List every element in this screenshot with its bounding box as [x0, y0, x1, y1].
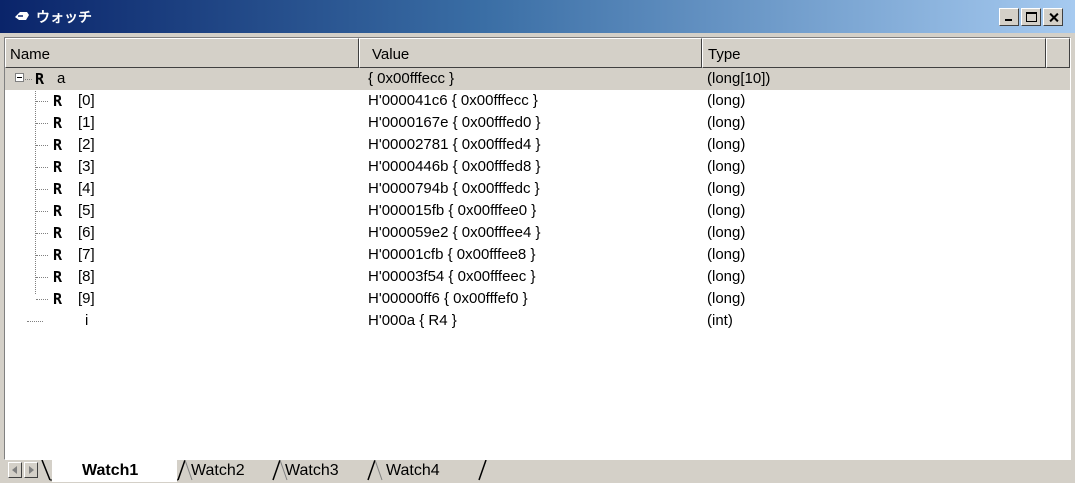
row-value: H'0000794b { 0x00fffedc }	[368, 180, 540, 197]
row-name: [0]	[78, 92, 95, 109]
table-row[interactable]: R [5] H'000015fb { 0x00fffee0 } (long)	[5, 200, 1070, 222]
row-value: H'00002781 { 0x00fffed4 }	[368, 136, 541, 153]
maximize-button[interactable]	[1021, 8, 1041, 26]
register-icon: R	[53, 136, 63, 154]
row-type: (long)	[707, 158, 746, 175]
column-header-name[interactable]: Name	[5, 38, 359, 68]
tree-line	[36, 211, 48, 212]
tree-line	[36, 101, 48, 102]
register-icon: R	[53, 158, 63, 176]
table-row[interactable]: i H'000a { R4 } (int)	[5, 310, 1070, 332]
table-row[interactable]: R [4] H'0000794b { 0x00fffedc } (long)	[5, 178, 1070, 200]
register-icon: R	[53, 224, 63, 242]
table-row[interactable]: R [7] H'00001cfb { 0x00fffee8 } (long)	[5, 244, 1070, 266]
row-value: H'000a { R4 }	[368, 312, 457, 329]
row-type: (long)	[707, 268, 746, 285]
tree-line	[36, 167, 48, 168]
row-value: H'00001cfb { 0x00fffee8 }	[368, 246, 536, 263]
watch-window-icon	[15, 12, 29, 20]
column-header-bar: Name Value Type	[5, 38, 1070, 68]
table-row[interactable]: R [9] H'00000ff6 { 0x00fffef0 } (long)	[5, 288, 1070, 310]
tree-line	[36, 255, 48, 256]
tree-line	[36, 299, 48, 300]
row-name: [9]	[78, 290, 95, 307]
table-row[interactable]: R [6] H'000059e2 { 0x00fffee4 } (long)	[5, 222, 1070, 244]
row-value: { 0x00fffecc }	[368, 70, 455, 87]
column-header-filler	[1046, 38, 1070, 68]
row-name: i	[85, 312, 89, 329]
scroll-right-icon[interactable]	[24, 462, 38, 478]
row-type: (long)	[707, 246, 746, 263]
table-row[interactable]: R [1] H'0000167e { 0x00fffed0 } (long)	[5, 112, 1070, 134]
register-icon: R	[35, 70, 45, 88]
row-name: a	[57, 70, 66, 87]
tree-line	[25, 79, 32, 80]
scroll-left-icon[interactable]	[8, 462, 22, 478]
row-value: H'00003f54 { 0x00fffeec }	[368, 268, 536, 285]
register-icon: R	[53, 268, 63, 286]
row-name: [8]	[78, 268, 95, 285]
tab-watch3[interactable]: Watch3	[283, 460, 371, 482]
tab-watch4[interactable]: Watch4	[378, 460, 478, 482]
row-name: [5]	[78, 202, 95, 219]
row-type: (long)	[707, 136, 746, 153]
row-value: H'000059e2 { 0x00fffee4 }	[368, 224, 541, 241]
row-value: H'0000446b { 0x00fffed8 }	[368, 158, 541, 175]
register-icon: R	[53, 114, 63, 132]
row-name: [3]	[78, 158, 95, 175]
row-value: H'000041c6 { 0x00fffecc }	[368, 92, 538, 109]
tree-line	[36, 233, 48, 234]
row-value: H'0000167e { 0x00fffed0 }	[368, 114, 541, 131]
register-icon: R	[53, 180, 63, 198]
row-name: [7]	[78, 246, 95, 263]
row-name: [1]	[78, 114, 95, 131]
row-type: (long)	[707, 202, 746, 219]
register-icon: R	[53, 246, 63, 264]
row-name: [2]	[78, 136, 95, 153]
table-row[interactable]: R a { 0x00fffecc } (long[10])	[5, 68, 1070, 90]
row-name: [6]	[78, 224, 95, 241]
column-header-value[interactable]: Value	[359, 38, 702, 68]
watch-rows: R a { 0x00fffecc } (long[10]) R [0] H'00…	[5, 68, 1070, 332]
column-header-type[interactable]: Type	[702, 38, 1046, 68]
row-value: H'000015fb { 0x00fffee0 }	[368, 202, 537, 219]
watch-window: ウォッチ Name Value Type R a { 0x00fffecc } …	[0, 0, 1075, 483]
register-icon: R	[53, 92, 63, 110]
tree-line	[36, 145, 48, 146]
tree-line	[36, 189, 48, 190]
row-type: (long)	[707, 114, 746, 131]
minimize-button[interactable]	[999, 8, 1019, 26]
table-row[interactable]: R [8] H'00003f54 { 0x00fffeec } (long)	[5, 266, 1070, 288]
close-button[interactable]	[1043, 8, 1063, 26]
title-bar[interactable]: ウォッチ	[0, 0, 1075, 33]
collapse-icon[interactable]	[15, 73, 24, 82]
tree-line	[27, 321, 43, 322]
watch-list[interactable]: Name Value Type R a { 0x00fffecc } (long…	[4, 37, 1071, 460]
tree-line	[36, 123, 48, 124]
tab-watch2[interactable]: Watch2	[189, 460, 277, 482]
row-type: (long[10])	[707, 70, 771, 87]
register-icon: R	[53, 202, 63, 220]
tab-strip: Watch1 Watch2 Watch3 Watch4	[0, 460, 1075, 483]
table-row[interactable]: R [2] H'00002781 { 0x00fffed4 } (long)	[5, 134, 1070, 156]
tree-line	[36, 277, 48, 278]
row-name: [4]	[78, 180, 95, 197]
row-value: H'00000ff6 { 0x00fffef0 }	[368, 290, 528, 307]
row-type: (long)	[707, 290, 746, 307]
tab-watch1[interactable]: Watch1	[52, 460, 177, 482]
window-controls	[997, 8, 1063, 26]
row-type: (int)	[707, 312, 733, 329]
row-type: (long)	[707, 92, 746, 109]
register-icon: R	[53, 290, 63, 308]
table-row[interactable]: R [0] H'000041c6 { 0x00fffecc } (long)	[5, 90, 1070, 112]
window-title: ウォッチ	[36, 9, 92, 25]
row-type: (long)	[707, 180, 746, 197]
row-type: (long)	[707, 224, 746, 241]
table-row[interactable]: R [3] H'0000446b { 0x00fffed8 } (long)	[5, 156, 1070, 178]
